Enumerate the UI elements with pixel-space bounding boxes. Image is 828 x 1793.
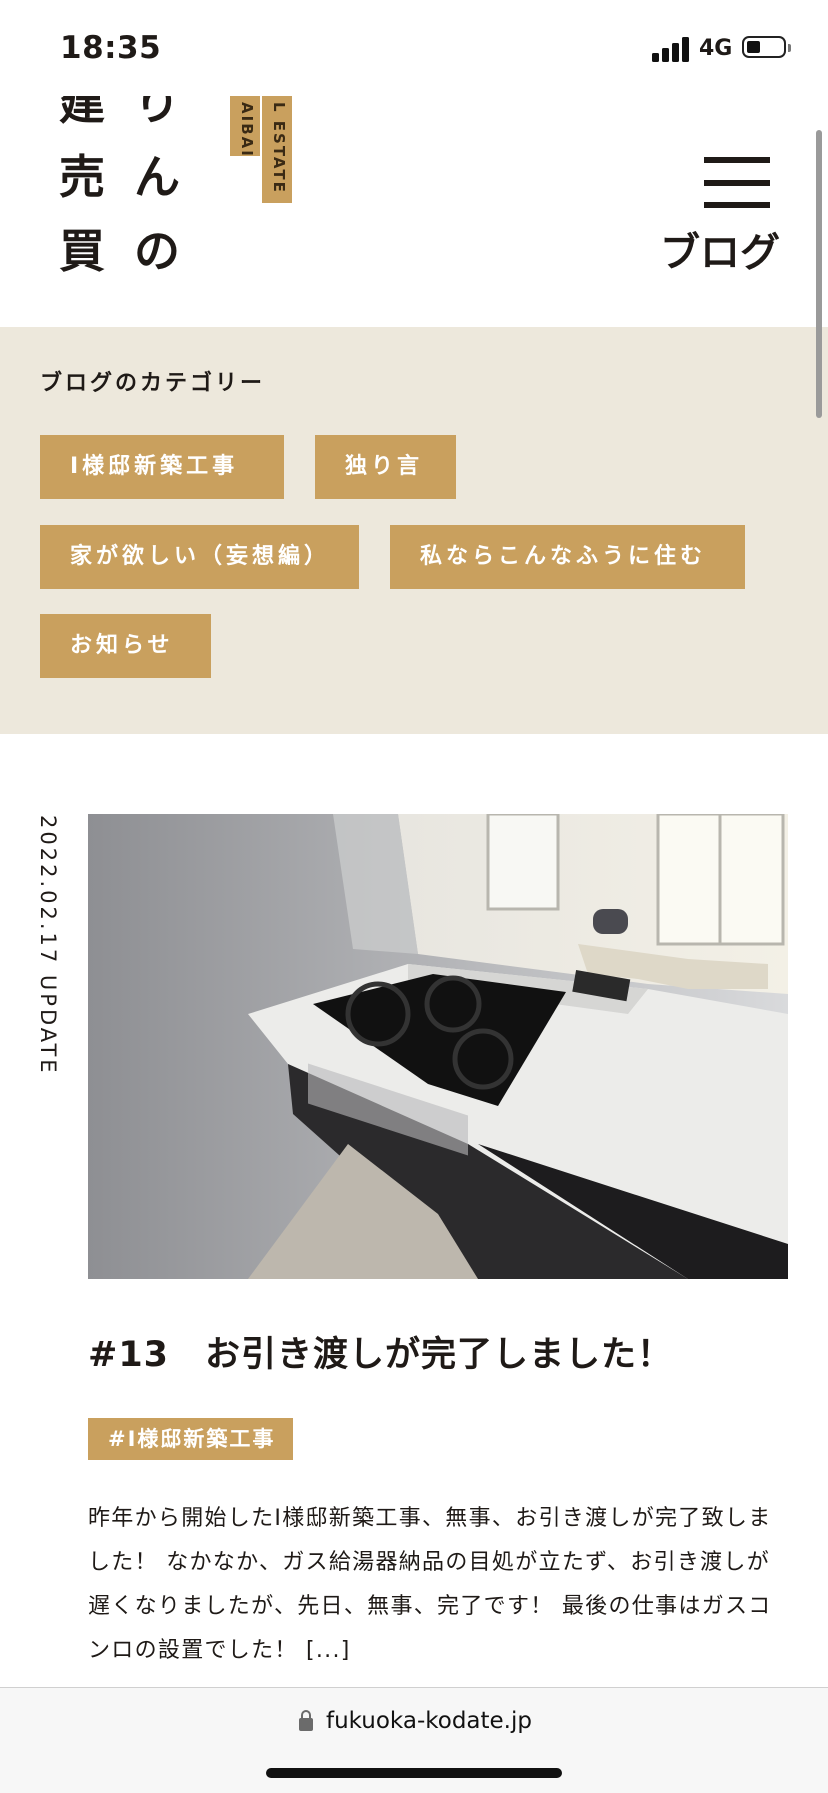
post-date: 2022.02.17 UPDATE (36, 815, 60, 1076)
category-section: ブログのカテゴリー I様邸新築工事 独り言 家が欲しい（妄想編） 私ならこんなふ… (0, 327, 828, 734)
post-title[interactable]: #13 お引き渡しが完了しました！ (88, 1326, 673, 1377)
signal-icon (652, 36, 692, 62)
category-chip[interactable]: I様邸新築工事 (40, 435, 284, 499)
hamburger-icon (704, 157, 770, 163)
status-bar: 18:35 4G (0, 0, 828, 96)
post-thumbnail[interactable] (88, 814, 788, 1279)
category-title: ブログのカテゴリー (40, 371, 266, 396)
network-type: 4G (699, 36, 733, 61)
post-excerpt: 昨年から開始したI様邸新築工事、無事、お引き渡しが完了致しました！ なかなか、ガ… (88, 1506, 772, 1663)
lock-icon (299, 1710, 313, 1731)
logo-tag-short: AIBAI (230, 96, 260, 158)
home-indicator[interactable] (266, 1768, 562, 1778)
menu-button[interactable]: ブログ (640, 140, 790, 280)
category-chip[interactable]: 独り言 (315, 435, 456, 499)
kitchen-photo (88, 814, 788, 1279)
url-text: fukuoka-kodate.jp (326, 1708, 532, 1734)
battery-icon (742, 36, 791, 58)
logo-tag-long: L ESTATE (262, 96, 292, 203)
menu-label: ブログ (660, 230, 780, 276)
status-time: 18:35 (60, 30, 162, 66)
scrollbar[interactable] (816, 130, 822, 418)
logo-column-1: 建 売 買 (59, 96, 105, 276)
browser-url-bar[interactable]: fukuoka-kodate.jp (0, 1687, 828, 1793)
site-logo[interactable]: 建 売 買 り ん の (40, 96, 240, 276)
post-tag[interactable]: #I様邸新築工事 (88, 1418, 294, 1460)
logo-column-2: り ん の (134, 96, 180, 276)
category-chip[interactable]: お知らせ (40, 614, 211, 678)
category-chip[interactable]: 家が欲しい（妄想編） (40, 525, 359, 589)
category-chip[interactable]: 私ならこんなふうに住む (390, 525, 745, 589)
